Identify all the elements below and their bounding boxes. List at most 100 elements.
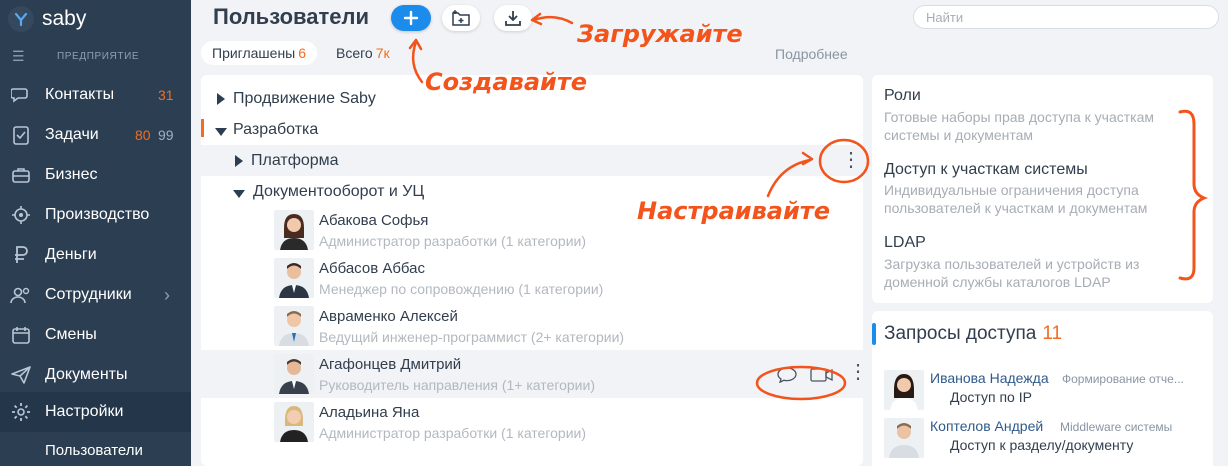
annotation-configure: Настраивайте bbox=[637, 197, 830, 225]
documents-icon bbox=[10, 364, 32, 386]
sidebar-item-documents[interactable]: Документы bbox=[0, 355, 191, 395]
access-settings-panel: Роли Готовые наборы прав доступа к участ… bbox=[872, 75, 1213, 303]
request-user-name[interactable]: Коптелов Андрей bbox=[930, 418, 1043, 434]
selected-marker bbox=[201, 119, 204, 137]
collapse-icon[interactable] bbox=[233, 190, 245, 198]
sidebar-item-label: Сотрудники bbox=[45, 286, 132, 303]
system-access-description: Индивидуальные ограничения доступа польз… bbox=[884, 182, 1148, 216]
folder-plus-icon bbox=[452, 10, 470, 26]
tab-invited[interactable]: Приглашены 6 bbox=[201, 41, 318, 65]
table-row[interactable]: Аббасов Аббас Менеджер по сопровождению … bbox=[201, 254, 863, 302]
sidebar-item-label: Настройки bbox=[45, 403, 124, 420]
avatar bbox=[274, 402, 314, 442]
user-name: Аладьина Яна bbox=[319, 404, 420, 421]
user-role: Ведущий инженер-программист (2+ категори… bbox=[319, 329, 625, 345]
expand-icon[interactable] bbox=[217, 93, 225, 105]
tab-label: Приглашены bbox=[212, 45, 296, 61]
tasks-count-new: 80 bbox=[135, 127, 151, 143]
search-input[interactable] bbox=[913, 5, 1219, 29]
avatar bbox=[274, 210, 314, 250]
more-link[interactable]: Подробнее bbox=[775, 46, 848, 62]
contacts-count: 31 bbox=[158, 87, 174, 103]
group-label: Документооборот и УЦ bbox=[253, 183, 425, 200]
add-user-button[interactable] bbox=[391, 5, 431, 31]
avatar bbox=[274, 306, 314, 346]
request-text: Доступ по IP bbox=[950, 389, 1032, 405]
users-list: Продвижение Saby Разработка Платформа ⋮ … bbox=[201, 75, 868, 466]
user-name: Авраменко Алексей bbox=[319, 308, 458, 325]
gear-icon bbox=[10, 401, 32, 423]
sidebar-item-tasks[interactable]: Задачи 80 99 bbox=[0, 115, 191, 155]
request-department: Формирование отче... bbox=[1062, 372, 1184, 386]
user-role: Руководитель направления (1+ категории) bbox=[319, 377, 595, 393]
request-user-name[interactable]: Иванова Надежда bbox=[930, 370, 1049, 386]
table-row[interactable]: Аладьина Яна Администратор разработки (1… bbox=[201, 398, 863, 446]
download-button[interactable] bbox=[494, 5, 532, 31]
user-name: Абакова Софья bbox=[319, 212, 429, 229]
table-row[interactable]: Авраменко Алексей Ведущий инженер-програ… bbox=[201, 302, 863, 350]
sidebar-item-business[interactable]: Бизнес bbox=[0, 155, 191, 195]
chat-icon[interactable] bbox=[777, 367, 797, 388]
shifts-icon bbox=[10, 324, 32, 346]
sidebar: saby ☰ ПРЕДПРИЯТИЕ Контакты 31 Задачи 80… bbox=[0, 0, 191, 466]
requests-title: Запросы доступа 11 bbox=[884, 323, 1062, 345]
sidebar-item-shifts[interactable]: Смены bbox=[0, 315, 191, 355]
sidebar-item-label: Производство bbox=[45, 206, 150, 223]
expand-icon[interactable] bbox=[235, 155, 243, 167]
sidebar-item-label: Задачи bbox=[45, 126, 99, 143]
sidebar-item-settings[interactable]: Настройки bbox=[0, 392, 191, 432]
roles-description: Готовые наборы прав доступа к участкам с… bbox=[884, 109, 1155, 143]
more-options-icon[interactable]: ⋮ bbox=[841, 150, 861, 170]
user-name: Агафонцев Дмитрий bbox=[319, 356, 462, 373]
app-logo[interactable]: saby bbox=[8, 6, 86, 32]
group-row[interactable]: Разработка bbox=[201, 114, 863, 144]
sidebar-item-contacts[interactable]: Контакты 31 bbox=[0, 75, 191, 115]
user-role: Администратор разработки (1 категории) bbox=[319, 233, 587, 249]
request-department: Middleware системы bbox=[1060, 420, 1173, 434]
group-label: Платформа bbox=[251, 152, 339, 169]
request-item[interactable]: Иванова Надежда Формирование отче... Дос… bbox=[872, 370, 1213, 418]
money-icon bbox=[10, 244, 32, 266]
user-name: Аббасов Аббас bbox=[319, 260, 426, 277]
request-item[interactable]: Коптелов Андрей Middleware системы Досту… bbox=[872, 418, 1213, 466]
logo-text: saby bbox=[42, 7, 87, 30]
business-icon bbox=[10, 164, 32, 186]
table-row[interactable]: Агафонцев Дмитрий Руководитель направлен… bbox=[201, 350, 868, 398]
tab-count: 7к bbox=[375, 45, 390, 61]
tab-all[interactable]: Всего 7к bbox=[336, 41, 390, 65]
sidebar-item-employees[interactable]: Сотрудники › bbox=[0, 275, 191, 315]
saby-logo-icon bbox=[8, 6, 34, 32]
menu-icon[interactable]: ☰ bbox=[12, 48, 32, 65]
collapse-icon[interactable] bbox=[215, 128, 227, 136]
sidebar-item-label: Бизнес bbox=[45, 166, 98, 183]
production-icon bbox=[10, 204, 32, 226]
company-label: ПРЕДПРИЯТИЕ bbox=[57, 51, 140, 62]
annotation-create: Создавайте bbox=[425, 68, 588, 96]
add-folder-button[interactable] bbox=[442, 5, 480, 31]
sidebar-item-money[interactable]: Деньги bbox=[0, 235, 191, 275]
chevron-right-icon[interactable]: › bbox=[164, 285, 170, 306]
tab-count: 6 bbox=[298, 45, 307, 61]
request-text: Доступ к разделу/документу bbox=[950, 437, 1134, 453]
tasks-icon bbox=[10, 124, 32, 146]
more-options-icon[interactable]: ⋮ bbox=[848, 362, 868, 382]
sidebar-item-label: Документы bbox=[45, 366, 128, 383]
system-access-link[interactable]: Доступ к участкам системы bbox=[884, 161, 1088, 179]
sidebar-item-label: Деньги bbox=[45, 246, 97, 263]
sidebar-item-production[interactable]: Производство bbox=[0, 195, 191, 235]
video-call-icon[interactable] bbox=[810, 368, 834, 387]
requests-title-text: Запросы доступа bbox=[884, 323, 1037, 344]
group-row[interactable]: Платформа ⋮ bbox=[201, 145, 863, 176]
avatar bbox=[274, 354, 314, 394]
ldap-link[interactable]: LDAP bbox=[884, 234, 926, 252]
sidebar-subitem-users[interactable]: Пользователи bbox=[45, 442, 143, 459]
avatar bbox=[884, 418, 924, 458]
group-label: Разработка bbox=[233, 121, 319, 138]
company-switcher[interactable]: ☰ ПРЕДПРИЯТИЕ bbox=[12, 48, 139, 65]
avatar bbox=[884, 370, 924, 410]
contacts-icon bbox=[10, 84, 32, 106]
user-role: Менеджер по сопровождению (1 категории) bbox=[319, 281, 604, 297]
tab-label: Всего bbox=[336, 45, 373, 61]
ldap-description: Загрузка пользователей и устройств из до… bbox=[884, 256, 1140, 290]
roles-link[interactable]: Роли bbox=[884, 87, 921, 105]
